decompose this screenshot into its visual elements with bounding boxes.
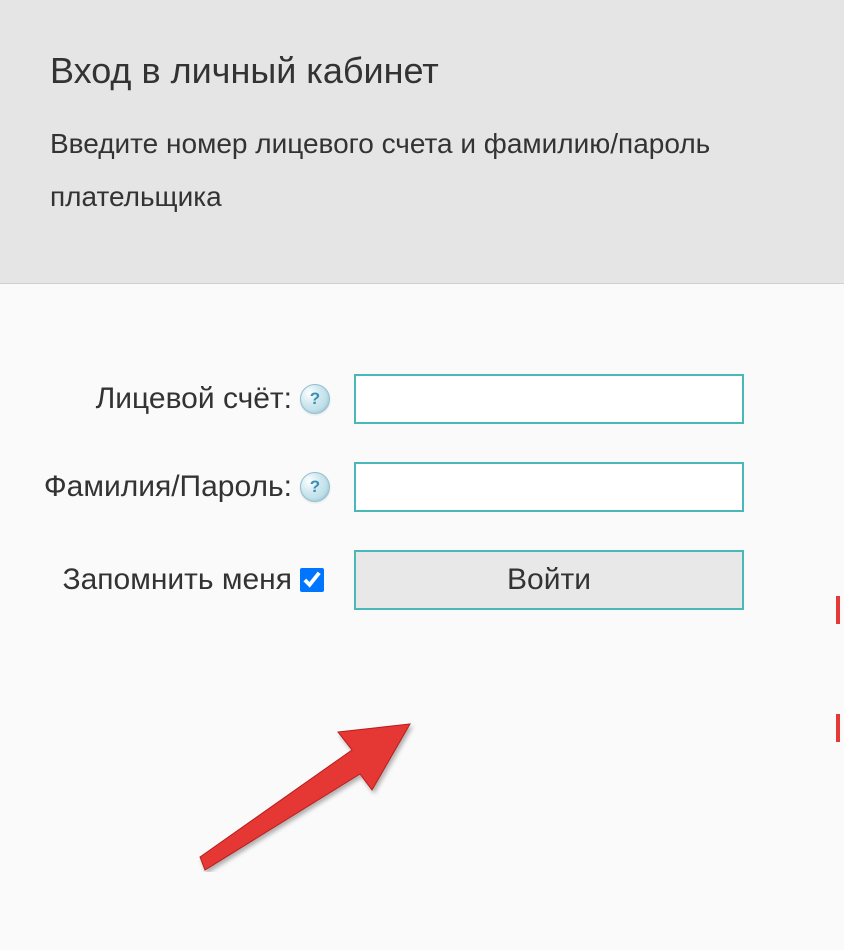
password-input[interactable]	[354, 462, 744, 512]
remember-checkbox[interactable]	[300, 568, 324, 592]
login-header: Вход в личный кабинет Введите номер лице…	[0, 0, 844, 284]
submit-row: Запомнить меня Войти	[0, 550, 824, 610]
remember-label: Запомнить меня	[0, 563, 300, 597]
login-button[interactable]: Войти	[354, 550, 744, 610]
account-input[interactable]	[354, 374, 744, 424]
page-subtitle: Введите номер лицевого счета и фамилию/п…	[50, 117, 794, 223]
help-icon[interactable]: ?	[300, 384, 330, 414]
page-title: Вход в личный кабинет	[50, 50, 794, 92]
arrow-annotation-icon	[190, 722, 430, 872]
red-marker-icon	[836, 596, 840, 624]
password-row: Фамилия/Пароль: ?	[0, 462, 824, 512]
login-form: Лицевой счёт: ? Фамилия/Пароль: ? Запомн…	[0, 284, 844, 688]
help-icon[interactable]: ?	[300, 472, 330, 502]
account-row: Лицевой счёт: ?	[0, 374, 824, 424]
password-label: Фамилия/Пароль:	[0, 470, 300, 504]
account-label: Лицевой счёт:	[0, 382, 300, 416]
red-marker-icon	[836, 714, 840, 742]
checkbox-cell	[300, 568, 354, 592]
